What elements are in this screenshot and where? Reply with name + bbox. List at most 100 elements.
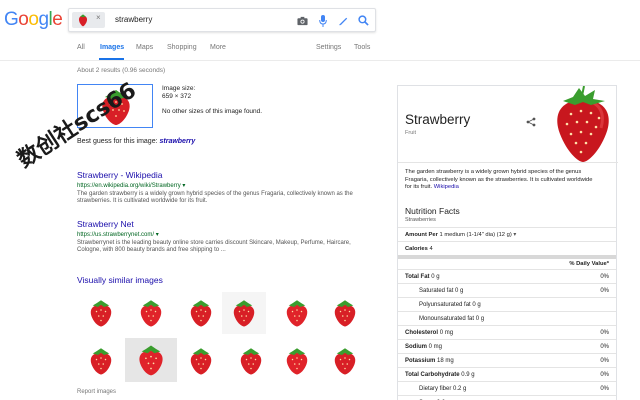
serving-dropdown-icon[interactable]: ▾ (513, 232, 516, 238)
nutrition-row: Potassium 18 mg 0% (398, 353, 616, 367)
kp-description: The garden strawberry is a widely grown … (405, 169, 593, 190)
knowledge-panel: Strawberry Fruit The garden strawberry i… (397, 85, 618, 400)
query-image-chip[interactable]: × (72, 12, 105, 28)
similar-image-thumbnail[interactable] (79, 340, 123, 382)
nutrition-daily-value: 0% (600, 371, 609, 378)
tab-more[interactable]: More (210, 44, 226, 51)
strawberry-image (90, 348, 112, 375)
similar-image-thumbnail[interactable] (79, 292, 123, 334)
strawberry-image (286, 300, 308, 327)
strawberry-thumbnail-icon (78, 14, 88, 27)
microphone-icon[interactable] (319, 15, 327, 27)
strawberry-image (190, 348, 212, 375)
result-url[interactable]: https://us.strawberrynet.com/ (77, 232, 154, 238)
tab-settings[interactable]: Settings (316, 44, 341, 51)
nutrition-subtitle: Strawberries (405, 217, 436, 223)
similar-image-thumbnail[interactable] (323, 292, 367, 334)
nutrition-row: Total Carbohydrate 0.9 g 0% (398, 367, 616, 381)
nutrition-label: Polyunsaturated fat 0 g (419, 301, 481, 308)
strawberry-image (190, 300, 212, 327)
nutrition-label: Sodium 0 mg (405, 343, 443, 350)
nutrition-row: Saturated fat 0 g 0% (398, 283, 616, 297)
strawberry-image (233, 300, 255, 327)
result-title[interactable]: Strawberry Net (77, 219, 377, 229)
similar-image-thumbnail[interactable] (125, 338, 177, 382)
calories-row: Calories 4 (398, 241, 616, 255)
nutrition-row: Dietary fiber 0.2 g 0% (398, 381, 616, 395)
nutrition-label: Total Carbohydrate 0.9 g (405, 371, 475, 378)
nutrition-row: Cholesterol 0 mg 0% (398, 325, 616, 339)
pen-icon[interactable] (338, 15, 349, 26)
similar-image-thumbnail[interactable] (275, 292, 319, 334)
similar-image-thumbnail[interactable] (323, 340, 367, 382)
google-logo[interactable]: Google (4, 9, 63, 31)
nutrition-label: Saturated fat 0 g (419, 287, 464, 294)
search-result: Strawberry - Wikipedia https://en.wikipe… (77, 170, 377, 204)
result-snippet: Cologne, with 800 beauty brands and free… (77, 247, 226, 253)
nutrition-label: Dietary fiber 0.2 g (419, 385, 467, 392)
dropdown-arrow-icon[interactable]: ▾ (182, 183, 185, 189)
result-snippet: Strawberrynet is the leading beauty onli… (77, 240, 351, 246)
nutrition-label: Cholesterol 0 mg (405, 329, 454, 336)
result-url[interactable]: https://en.wikipedia.org/wiki/Strawberry (77, 183, 181, 189)
other-sizes-text: No other sizes of this image found. (162, 108, 263, 115)
similar-images-grid (77, 290, 377, 385)
tab-shopping[interactable]: Shopping (167, 44, 197, 51)
nutrition-daily-value: 0% (600, 357, 609, 364)
nutrition-row: Total Fat 0 g 0% (398, 269, 616, 283)
nutrition-label: Potassium 18 mg (405, 357, 454, 364)
similar-image-thumbnail[interactable] (179, 340, 223, 382)
kp-title: Strawberry (405, 112, 471, 127)
result-snippet: strawberries. It is cultivated worldwide… (77, 198, 208, 204)
header-divider (0, 60, 640, 61)
daily-value-header: % Daily Value* (398, 255, 616, 269)
search-input[interactable]: strawberry (115, 15, 152, 24)
search-result: Strawberry Net https://us.strawberrynet.… (77, 219, 377, 253)
tab-all[interactable]: All (77, 44, 85, 51)
nutrition-row: Sodium 0 mg 0% (398, 339, 616, 353)
search-icon[interactable] (358, 15, 369, 26)
strawberry-image (240, 348, 262, 375)
search-box: × strawberry (68, 8, 376, 32)
nutrition-daily-value: 0% (600, 329, 609, 336)
dropdown-arrow-icon[interactable]: ▾ (156, 232, 159, 238)
nutrition-label: Total Fat 0 g (405, 273, 440, 280)
strawberry-image (90, 300, 112, 327)
strawberry-image (334, 300, 356, 327)
image-size-label: Image size: (162, 85, 196, 92)
best-guess: Best guess for this image: strawberry (77, 138, 195, 145)
nutrition-label: Monounsaturated fat 0 g (419, 315, 485, 322)
result-title[interactable]: Strawberry - Wikipedia (77, 170, 377, 180)
remove-image-icon[interactable]: × (96, 13, 101, 22)
serving-size-row[interactable]: Amount Per 1 medium (1-1/4" dia) (12 g) … (398, 227, 616, 241)
tab-maps[interactable]: Maps (136, 44, 153, 51)
strawberry-image (334, 348, 356, 375)
camera-icon[interactable] (297, 16, 308, 26)
nutrition-daily-value: 0% (600, 273, 609, 280)
similar-image-thumbnail[interactable] (129, 292, 173, 334)
similar-image-thumbnail[interactable] (179, 292, 223, 334)
strawberry-image (140, 300, 162, 327)
nutrition-daily-value: 0% (600, 385, 609, 392)
similar-image-thumbnail[interactable] (229, 340, 273, 382)
report-images-link[interactable]: Report images (77, 389, 116, 395)
tab-tools[interactable]: Tools (354, 44, 370, 51)
share-icon[interactable] (526, 117, 536, 127)
kp-wikipedia-link[interactable]: Wikipedia (434, 184, 459, 190)
nutrition-daily-value: 0% (600, 343, 609, 350)
result-snippet: The garden strawberry is a widely grown … (77, 191, 353, 197)
similar-image-thumbnail[interactable] (275, 340, 319, 382)
best-guess-label: Best guess for this image: (77, 138, 158, 145)
visually-similar-heading[interactable]: Visually similar images (77, 275, 163, 285)
nutrition-row: Sugar 0.6 g (398, 395, 616, 400)
nutrition-daily-value: 0% (600, 287, 609, 294)
best-guess-value[interactable]: strawberry (160, 138, 196, 145)
kp-strawberry-image[interactable] (549, 86, 617, 164)
kp-divider (398, 162, 618, 163)
kp-subtitle: Fruit (405, 130, 416, 136)
similar-image-thumbnail[interactable] (222, 292, 266, 334)
strawberry-image (286, 348, 308, 375)
strawberry-image (139, 345, 163, 376)
tab-images[interactable]: Images (100, 44, 124, 51)
image-size-value: 659 × 372 (162, 93, 192, 100)
